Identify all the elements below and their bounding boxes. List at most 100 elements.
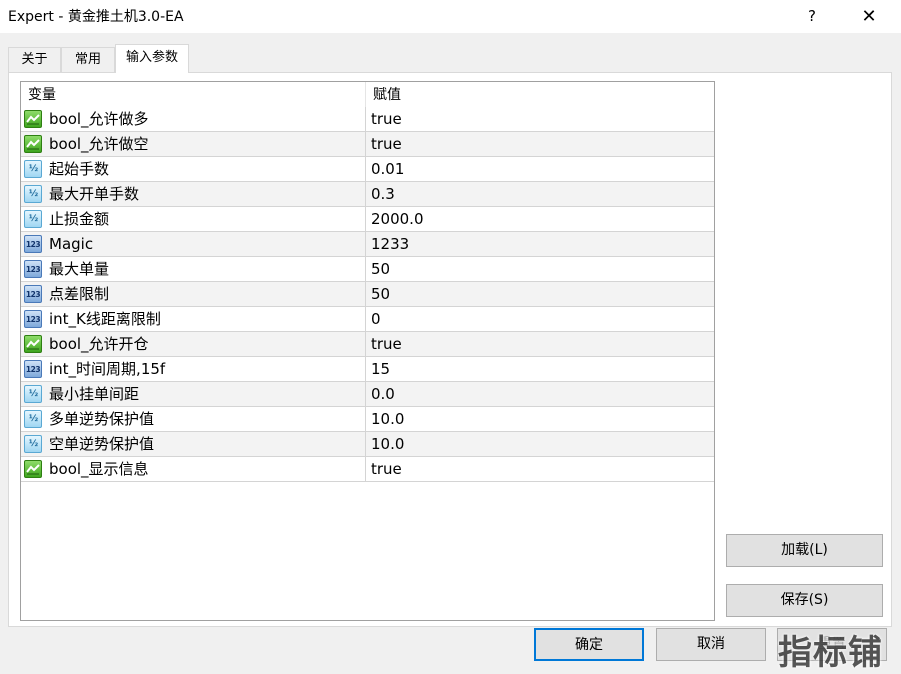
help-icon: ? bbox=[808, 7, 816, 25]
title-bar: Expert - 黄金推土机3.0-EA ? ✕ bbox=[0, 0, 901, 33]
table-row[interactable]: 123 最大单量 50 bbox=[21, 257, 714, 282]
variable-name: bool_显示信息 bbox=[49, 460, 149, 478]
table-row[interactable]: 123 int_K线距离限制 0 bbox=[21, 307, 714, 332]
value-cell[interactable]: 2000.0 bbox=[371, 207, 424, 231]
variable-name: bool_允许做空 bbox=[49, 135, 149, 153]
variable-name: 多单逆势保护值 bbox=[49, 410, 155, 428]
double-type-icon: ½ bbox=[24, 435, 42, 453]
value-cell[interactable]: 1233 bbox=[371, 232, 409, 256]
table-row[interactable]: 123 int_时间周期,15f 15 bbox=[21, 357, 714, 382]
value-cell[interactable]: 10.0 bbox=[371, 407, 404, 431]
grid-header: 变量 赋值 bbox=[21, 82, 714, 107]
value-cell[interactable]: true bbox=[371, 457, 402, 481]
table-row[interactable]: ½ 止损金额 2000.0 bbox=[21, 207, 714, 232]
variable-name: 空单逆势保护值 bbox=[49, 435, 155, 453]
cancel-button[interactable]: 取消 bbox=[656, 628, 766, 661]
value-cell[interactable]: 0.0 bbox=[371, 382, 395, 406]
variable-name: bool_允许做多 bbox=[49, 110, 149, 128]
value-cell[interactable]: 0.01 bbox=[371, 157, 404, 181]
reset-button[interactable]: 重置 bbox=[777, 628, 887, 661]
variable-name: int_K线距离限制 bbox=[49, 310, 161, 328]
close-icon: ✕ bbox=[861, 5, 877, 27]
variable-name: Magic bbox=[49, 235, 94, 253]
load-button[interactable]: 加载(L) bbox=[726, 534, 883, 567]
value-cell[interactable]: true bbox=[371, 332, 402, 356]
parameters-grid[interactable]: 变量 赋值 bool_允许做多 true bool_允许做空 true ½ 起始手数 0.0… bbox=[20, 81, 715, 621]
bool-type-icon bbox=[24, 135, 42, 153]
save-button[interactable]: 保存(S) bbox=[726, 584, 883, 617]
variable-name: 最小挂单间距 bbox=[49, 385, 140, 403]
variable-cell[interactable]: ½ 最小挂单间距 bbox=[21, 382, 366, 406]
value-cell[interactable]: true bbox=[371, 107, 402, 131]
column-header-variable[interactable]: 变量 bbox=[21, 82, 366, 107]
variable-name: 最大开单手数 bbox=[49, 185, 140, 203]
bool-type-icon bbox=[24, 110, 42, 128]
expert-properties-dialog: Expert - 黄金推土机3.0-EA ? ✕ 关于 常用 输入参数 变量 赋… bbox=[0, 0, 901, 674]
int-type-icon: 123 bbox=[24, 360, 42, 378]
variable-cell[interactable]: 123 点差限制 bbox=[21, 282, 366, 306]
int-type-icon: 123 bbox=[24, 260, 42, 278]
ok-button[interactable]: 确定 bbox=[534, 628, 644, 661]
variable-cell[interactable]: ½ 最大开单手数 bbox=[21, 182, 366, 206]
int-type-icon: 123 bbox=[24, 310, 42, 328]
double-type-icon: ½ bbox=[24, 185, 42, 203]
value-cell[interactable]: 10.0 bbox=[371, 432, 404, 456]
window-title: Expert - 黄金推土机3.0-EA bbox=[8, 9, 184, 25]
variable-cell[interactable]: 123 最大单量 bbox=[21, 257, 366, 281]
reset-button-label: 重置 bbox=[818, 636, 846, 652]
table-row[interactable]: bool_允许做多 true bbox=[21, 107, 714, 132]
variable-cell[interactable]: ½ 空单逆势保护值 bbox=[21, 432, 366, 456]
int-type-icon: 123 bbox=[24, 285, 42, 303]
inputs-tab-page: 变量 赋值 bool_允许做多 true bool_允许做空 true ½ 起始手数 0.0… bbox=[8, 72, 892, 627]
table-row[interactable]: ½ 多单逆势保护值 10.0 bbox=[21, 407, 714, 432]
table-row[interactable]: bool_允许做空 true bbox=[21, 132, 714, 157]
value-cell[interactable]: 0 bbox=[371, 307, 381, 331]
value-cell[interactable]: 50 bbox=[371, 257, 390, 281]
help-button[interactable]: ? bbox=[789, 0, 835, 32]
bool-type-icon bbox=[24, 460, 42, 478]
ok-button-label: 确定 bbox=[575, 637, 603, 653]
variable-cell[interactable]: bool_允许做空 bbox=[21, 132, 366, 156]
column-header-value[interactable]: 赋值 bbox=[366, 82, 714, 107]
table-row[interactable]: 123 Magic 1233 bbox=[21, 232, 714, 257]
int-type-icon: 123 bbox=[24, 235, 42, 253]
variable-cell[interactable]: 123 int_K线距离限制 bbox=[21, 307, 366, 331]
table-row[interactable]: ½ 最大开单手数 0.3 bbox=[21, 182, 714, 207]
double-type-icon: ½ bbox=[24, 385, 42, 403]
variable-name: 点差限制 bbox=[49, 285, 110, 303]
close-button[interactable]: ✕ bbox=[846, 0, 892, 32]
double-type-icon: ½ bbox=[24, 160, 42, 178]
value-cell[interactable]: true bbox=[371, 132, 402, 156]
variable-cell[interactable]: ½ 起始手数 bbox=[21, 157, 366, 181]
variable-cell[interactable]: 123 Magic bbox=[21, 232, 366, 256]
variable-name: 最大单量 bbox=[49, 260, 110, 278]
variable-name: 起始手数 bbox=[49, 160, 110, 178]
variable-cell[interactable]: bool_允许开仓 bbox=[21, 332, 366, 356]
variable-name: int_时间周期,15f bbox=[49, 360, 166, 378]
bool-type-icon bbox=[24, 335, 42, 353]
variable-cell[interactable]: ½ 多单逆势保护值 bbox=[21, 407, 366, 431]
table-row[interactable]: bool_显示信息 true bbox=[21, 457, 714, 482]
variable-cell[interactable]: ½ 止损金额 bbox=[21, 207, 366, 231]
load-button-label: 加载(L) bbox=[781, 542, 828, 558]
table-row[interactable]: bool_允许开仓 true bbox=[21, 332, 714, 357]
value-cell[interactable]: 50 bbox=[371, 282, 390, 306]
variable-name: 止损金额 bbox=[49, 210, 110, 228]
table-row[interactable]: 123 点差限制 50 bbox=[21, 282, 714, 307]
variable-cell[interactable]: bool_允许做多 bbox=[21, 107, 366, 131]
table-row[interactable]: ½ 最小挂单间距 0.0 bbox=[21, 382, 714, 407]
cancel-button-label: 取消 bbox=[697, 636, 725, 652]
table-row[interactable]: ½ 空单逆势保护值 10.0 bbox=[21, 432, 714, 457]
variable-name: bool_允许开仓 bbox=[49, 335, 149, 353]
value-cell[interactable]: 15 bbox=[371, 357, 390, 381]
variable-cell[interactable]: bool_显示信息 bbox=[21, 457, 366, 481]
variable-cell[interactable]: 123 int_时间周期,15f bbox=[21, 357, 366, 381]
double-type-icon: ½ bbox=[24, 410, 42, 428]
save-button-label: 保存(S) bbox=[780, 592, 829, 608]
value-cell[interactable]: 0.3 bbox=[371, 182, 395, 206]
table-row[interactable]: ½ 起始手数 0.01 bbox=[21, 157, 714, 182]
double-type-icon: ½ bbox=[24, 210, 42, 228]
tab-inputs[interactable]: 输入参数 bbox=[115, 44, 189, 73]
tab-common[interactable]: 常用 bbox=[61, 47, 115, 72]
tab-about[interactable]: 关于 bbox=[8, 47, 61, 72]
